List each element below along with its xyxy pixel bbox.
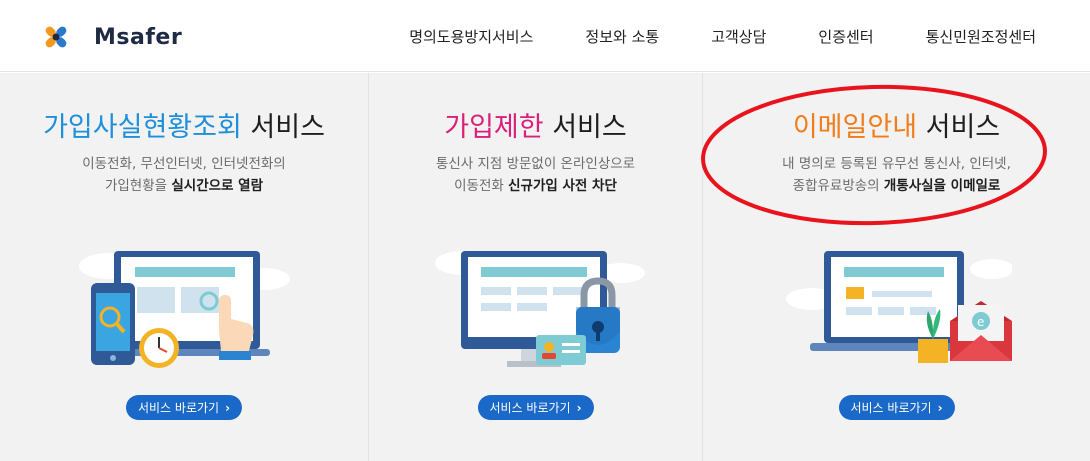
panel-email-notification: 이메일안내 서비스 내 명의로 등록된 유무선 통신사, 인터넷, 종합유료방송… (703, 73, 1090, 461)
desc-line-1: 이동전화, 무선인터넷, 인터넷전화의 (82, 156, 286, 172)
laptop-email-illustration: e (785, 251, 1012, 363)
nav-identity-theft-service[interactable]: 명의도용방지서비스 (383, 26, 559, 47)
desc-line-1: 내 명의로 등록된 유무선 통신사, 인터넷, (782, 156, 1011, 172)
go-to-service-button[interactable]: 서비스 바로가기 › (477, 395, 594, 420)
panel-title-highlight: 가입사실현황조회 (43, 112, 242, 143)
panel-title-highlight: 가입제한 (444, 112, 544, 143)
nav-certification-center[interactable]: 인증센터 (792, 26, 899, 47)
chevron-right-icon: › (576, 400, 582, 415)
panel-title-highlight: 이메일안내 (792, 112, 918, 143)
panel-description: 통신사 지점 방문없이 온라인상으로 이동전화 신규가입 사전 차단 (369, 153, 702, 197)
panel-title: 이메일안내 서비스 (703, 105, 1090, 144)
desc-line-2: 이동전화 신규가입 사전 차단 (454, 178, 617, 194)
panel-title: 가입제한 서비스 (369, 105, 702, 144)
phone-monitor-clock-illustration (79, 251, 290, 368)
panel-subscription-restriction: 가입제한 서비스 통신사 지점 방문없이 온라인상으로 이동전화 신규가입 사전… (369, 73, 703, 461)
panel-description: 내 명의로 등록된 유무선 통신사, 인터넷, 종합유료방송의 개통사실을 이메… (703, 153, 1090, 197)
panel-description: 이동전화, 무선인터넷, 인터넷전화의 가입현황을 실시간으로 열람 (0, 153, 368, 197)
chevron-right-icon: › (937, 400, 943, 415)
monitor-lock-illustration (434, 251, 645, 367)
desc-line-2: 종합유료방송의 개통사실을 이메일로 (792, 178, 1001, 194)
chevron-right-icon: › (225, 400, 231, 415)
desc-line-2: 가입현황을 실시간으로 열람 (104, 178, 264, 194)
go-to-service-button[interactable]: 서비스 바로가기 › (125, 395, 243, 420)
desc-line-1: 통신사 지점 방문없이 온라인상으로 (435, 156, 636, 172)
msafer-logo-icon (45, 26, 67, 48)
brand-name: Msafer (94, 24, 183, 50)
site-header: Msafer 명의도용방지서비스 정보와 소통 고객상담 인증센터 통신민원조정… (0, 0, 1090, 72)
main-nav: 명의도용방지서비스 정보와 소통 고객상담 인증센터 통신민원조정센터 (383, 0, 1036, 72)
panel-title-rest: 서비스 (241, 112, 325, 143)
service-panels: 가입사실현황조회 서비스 이동전화, 무선인터넷, 인터넷전화의 가입현황을 실… (0, 73, 1090, 461)
msafer-logo[interactable]: Msafer (36, 18, 196, 56)
nav-telecom-dispute-center[interactable]: 통신민원조정센터 (900, 26, 1036, 47)
svg-text:e: e (977, 315, 984, 329)
nav-customer-consult[interactable]: 고객상담 (685, 26, 792, 47)
panel-title-rest: 서비스 (917, 112, 1001, 143)
panel-title-rest: 서비스 (543, 112, 627, 143)
nav-info-communication[interactable]: 정보와 소통 (559, 26, 685, 47)
panel-title: 가입사실현황조회 서비스 (0, 105, 368, 144)
go-to-service-button[interactable]: 서비스 바로가기 › (838, 395, 955, 420)
panel-subscription-lookup: 가입사실현황조회 서비스 이동전화, 무선인터넷, 인터넷전화의 가입현황을 실… (0, 73, 369, 461)
